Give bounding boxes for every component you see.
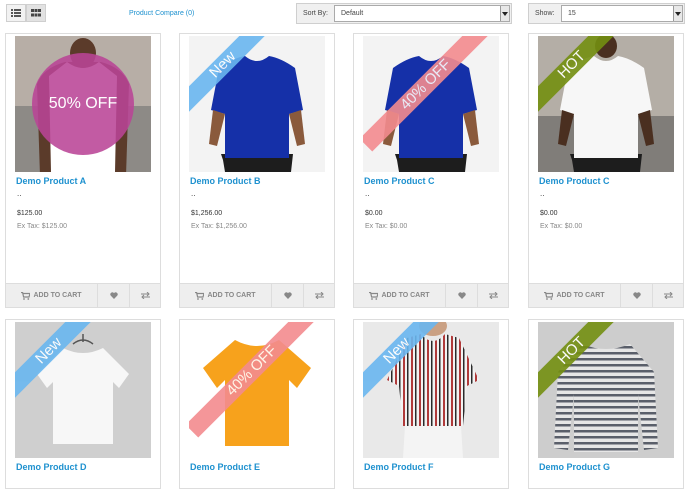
product-image[interactable]: 50% OFF	[15, 36, 151, 172]
sort-by-value: Default	[341, 10, 364, 17]
add-to-cart-button[interactable]: ADD TO CART	[529, 284, 621, 307]
product-description: ..	[17, 189, 22, 198]
cart-icon	[544, 291, 554, 300]
tshirt-photo	[363, 36, 499, 172]
product-name-link[interactable]: Demo Product E	[190, 462, 260, 472]
product-description: ..	[191, 189, 196, 198]
product-card: New Demo Product D	[5, 319, 161, 489]
product-ex-tax: Ex Tax: $0.00	[540, 223, 583, 230]
wishlist-button[interactable]	[446, 284, 478, 307]
product-card: HOT Demo Product G	[528, 319, 684, 489]
product-card: New Demo Product B .. $1,256.00 Ex Tax: …	[179, 33, 335, 308]
product-image[interactable]: 40% OFF	[189, 322, 325, 458]
sort-by-label: Sort By:	[303, 10, 328, 17]
product-actions: ADD TO CART	[180, 283, 334, 307]
product-image[interactable]: New	[189, 36, 325, 172]
grid-icon	[31, 9, 41, 17]
show-select[interactable]: 15	[561, 5, 683, 22]
product-description: ..	[365, 189, 370, 198]
exchange-icon	[663, 292, 673, 299]
cart-icon	[21, 291, 31, 300]
tshirt-photo	[189, 36, 325, 172]
product-image[interactable]: HOT	[538, 36, 674, 172]
product-description: ..	[540, 189, 545, 198]
chevron-down-icon	[500, 6, 509, 21]
product-card: 50% OFF Demo Product A .. $125.00 Ex Tax…	[5, 33, 161, 308]
wishlist-button[interactable]	[272, 284, 304, 307]
product-price: $1,256.00	[191, 210, 223, 217]
exchange-icon	[488, 292, 498, 299]
sort-by-select[interactable]: Default	[334, 5, 510, 22]
wishlist-button[interactable]	[98, 284, 130, 307]
list-view-button[interactable]	[6, 4, 26, 22]
cart-icon	[195, 291, 205, 300]
product-image[interactable]: New	[15, 322, 151, 458]
product-card: 40% OFF Demo Product C .. $0.00 Ex Tax: …	[353, 33, 509, 308]
product-image[interactable]: 40% OFF	[363, 36, 499, 172]
cart-icon	[369, 291, 379, 300]
sale-badge: 50% OFF	[32, 53, 134, 155]
tshirt-photo	[189, 322, 325, 458]
product-image[interactable]: HOT	[538, 322, 674, 458]
show-label: Show:	[535, 10, 555, 17]
product-name-link[interactable]: Demo Product G	[539, 462, 610, 472]
product-image[interactable]: New	[363, 322, 499, 458]
tshirt-photo	[363, 322, 499, 458]
tshirt-photo	[15, 322, 151, 458]
list-icon	[11, 9, 21, 17]
product-price: $125.00	[17, 210, 43, 217]
product-name-link[interactable]: Demo Product C	[539, 176, 610, 186]
product-card: New Demo Product F	[353, 319, 509, 489]
grid-view-button[interactable]	[26, 4, 46, 22]
tshirt-photo	[538, 36, 674, 172]
compare-button[interactable]	[130, 284, 160, 307]
heart-icon	[632, 292, 641, 299]
exchange-icon	[140, 292, 150, 299]
sort-by-group: Sort By: Default	[296, 3, 512, 24]
heart-icon	[283, 292, 292, 299]
product-name-link[interactable]: Demo Product F	[364, 462, 434, 472]
exchange-icon	[314, 292, 324, 299]
product-toolbar: Product Compare (0) Sort By: Default Sho…	[0, 0, 690, 30]
compare-button[interactable]	[478, 284, 508, 307]
compare-button[interactable]	[304, 284, 334, 307]
product-name-link[interactable]: Demo Product B	[190, 176, 261, 186]
compare-button[interactable]	[653, 284, 683, 307]
heart-icon	[457, 292, 466, 299]
product-name-link[interactable]: Demo Product C	[364, 176, 435, 186]
product-actions: ADD TO CART	[6, 283, 160, 307]
product-ex-tax: Ex Tax: $125.00	[17, 223, 68, 230]
product-name-link[interactable]: Demo Product A	[16, 176, 86, 186]
product-actions: ADD TO CART	[354, 283, 508, 307]
product-card: HOT Demo Product C .. $0.00 Ex Tax: $0.0…	[528, 33, 684, 308]
product-ex-tax: Ex Tax: $0.00	[365, 223, 408, 230]
wishlist-button[interactable]	[621, 284, 653, 307]
add-to-cart-button[interactable]: ADD TO CART	[354, 284, 446, 307]
heart-icon	[109, 292, 118, 299]
product-card: 40% OFF Demo Product E	[179, 319, 335, 489]
tshirt-photo	[538, 322, 674, 458]
show-group: Show: 15	[528, 3, 685, 24]
add-to-cart-label: ADD TO CART	[33, 292, 82, 299]
add-to-cart-button[interactable]: ADD TO CART	[6, 284, 98, 307]
add-to-cart-label: ADD TO CART	[381, 292, 430, 299]
add-to-cart-label: ADD TO CART	[556, 292, 605, 299]
chevron-down-icon	[673, 6, 682, 21]
show-value: 15	[568, 10, 576, 17]
product-ex-tax: Ex Tax: $1,256.00	[191, 223, 247, 230]
add-to-cart-label: ADD TO CART	[207, 292, 256, 299]
product-price: $0.00	[540, 210, 558, 217]
product-name-link[interactable]: Demo Product D	[16, 462, 87, 472]
product-price: $0.00	[365, 210, 383, 217]
product-compare-link[interactable]: Product Compare (0)	[129, 10, 194, 17]
add-to-cart-button[interactable]: ADD TO CART	[180, 284, 272, 307]
product-actions: ADD TO CART	[529, 283, 683, 307]
